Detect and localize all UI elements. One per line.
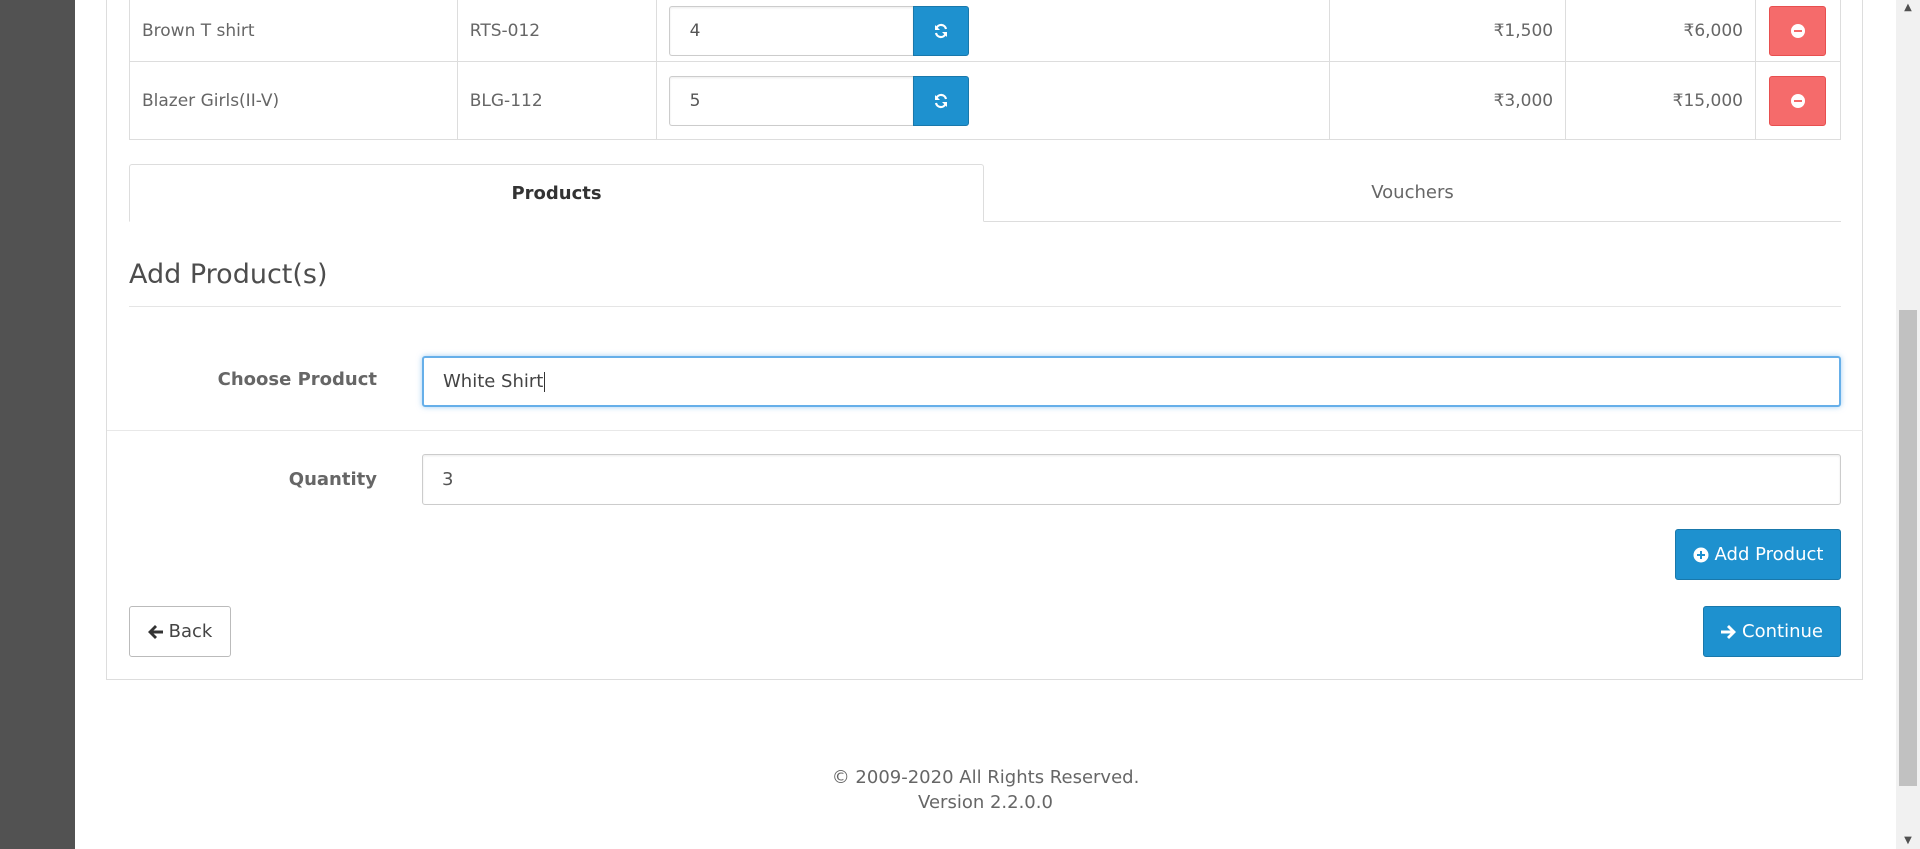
scroll-up-icon[interactable]: ▲ xyxy=(1896,0,1920,16)
unit-price: ₹3,000 xyxy=(1493,90,1554,111)
remove-cell xyxy=(1754,0,1842,62)
tab-bar: Products Vouchers xyxy=(129,164,1841,222)
total-cell: ₹6,000 xyxy=(1565,0,1756,62)
total-cell: ₹15,000 xyxy=(1565,61,1756,140)
product-model: RTS-012 xyxy=(469,21,541,41)
quantity-group: 5 xyxy=(668,75,1318,126)
unit-price: ₹1,500 xyxy=(1493,21,1554,41)
minus-circle-icon xyxy=(1790,93,1805,108)
quantity-value: 5 xyxy=(689,90,701,111)
quantity-group: 4 xyxy=(668,6,1318,56)
choose-product-row: Choose Product White Shirt xyxy=(107,333,1863,431)
remove-cell xyxy=(1754,61,1842,140)
quantity-input[interactable]: 4 xyxy=(668,6,913,56)
quantity-row: Quantity 3 xyxy=(107,431,1863,531)
cart-table: Brown T shirt RTS-012 4 ₹1,500 ₹6,000 Bl… xyxy=(129,0,1842,140)
refresh-icon xyxy=(934,93,947,108)
unit-price-cell: ₹1,500 xyxy=(1329,0,1567,62)
quantity-value: 3 xyxy=(442,469,454,490)
choose-product-label: Choose Product xyxy=(217,369,377,390)
minus-circle-icon xyxy=(1790,24,1805,38)
tab-label: Vouchers xyxy=(1371,182,1454,203)
add-product-button[interactable]: Add Product xyxy=(1675,529,1841,580)
quantity-value: 4 xyxy=(689,21,701,41)
product-name: Blazer Girls(II-V) xyxy=(142,90,280,111)
unit-price-cell: ₹3,000 xyxy=(1329,61,1567,140)
remove-button[interactable] xyxy=(1769,6,1827,56)
product-name: Brown T shirt xyxy=(142,21,255,41)
tab-vouchers[interactable]: Vouchers xyxy=(984,164,1841,221)
table-row: Blazer Girls(II-V) BLG-112 5 ₹3,000 ₹15,… xyxy=(129,61,1842,140)
scrollbar-thumb[interactable] xyxy=(1899,310,1917,786)
product-name-cell: Blazer Girls(II-V) xyxy=(129,61,458,140)
footer-version: Version 2.2.0.0 xyxy=(918,792,1053,813)
remove-button[interactable] xyxy=(1769,75,1827,126)
quantity-input[interactable]: 3 xyxy=(422,454,1841,505)
quantity-cell: 4 xyxy=(655,0,1331,62)
continue-button[interactable]: Continue xyxy=(1703,606,1841,657)
back-label: Back xyxy=(168,621,213,642)
row-total: ₹15,000 xyxy=(1672,90,1743,111)
choose-product-value: White Shirt xyxy=(443,371,544,392)
add-product-label: Add Product xyxy=(1714,544,1824,565)
quantity-input[interactable]: 5 xyxy=(668,75,913,126)
product-model: BLG-112 xyxy=(469,90,543,111)
product-name-cell: Brown T shirt xyxy=(129,0,458,62)
continue-label: Continue xyxy=(1742,621,1823,642)
row-total: ₹6,000 xyxy=(1683,21,1743,41)
tab-label: Products xyxy=(511,182,602,204)
choose-product-input[interactable]: White Shirt xyxy=(422,356,1841,407)
back-button[interactable]: Back xyxy=(129,606,231,657)
refresh-button[interactable] xyxy=(912,6,969,56)
table-row: Brown T shirt RTS-012 4 ₹1,500 ₹6,000 xyxy=(129,0,1842,62)
text-caret xyxy=(544,371,546,392)
model-cell: BLG-112 xyxy=(456,61,657,140)
refresh-icon xyxy=(934,23,947,39)
plus-circle-icon xyxy=(1693,547,1709,562)
sidebar xyxy=(0,0,75,849)
section-title: Add Product(s) xyxy=(129,259,1841,307)
tab-products[interactable]: Products xyxy=(129,164,984,222)
arrow-left-icon xyxy=(147,624,163,639)
model-cell: RTS-012 xyxy=(456,0,657,62)
quantity-cell: 5 xyxy=(655,61,1331,140)
vertical-scrollbar[interactable]: ▲ ▼ xyxy=(1896,0,1920,849)
refresh-button[interactable] xyxy=(912,75,969,126)
quantity-label: Quantity xyxy=(288,469,377,490)
arrow-right-icon xyxy=(1721,624,1737,639)
footer-copyright: © 2009-2020 All Rights Reserved. xyxy=(831,767,1140,788)
scroll-down-icon[interactable]: ▼ xyxy=(1896,833,1920,849)
